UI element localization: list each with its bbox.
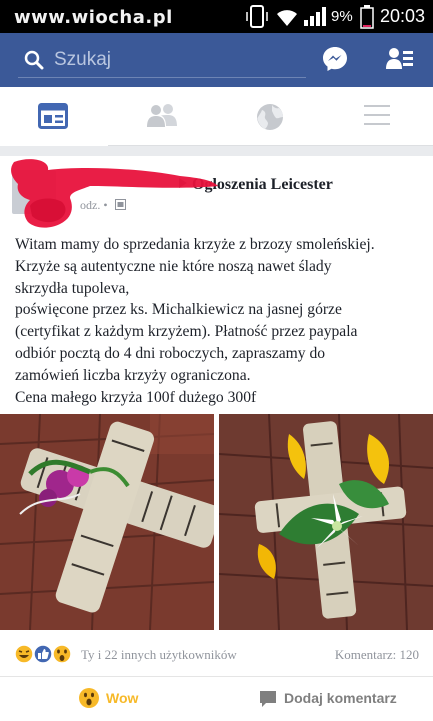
wow-label: Wow	[106, 690, 139, 706]
search-icon	[24, 50, 44, 75]
post-text-line: (certyfikat z każdym krzyżem). Płatność …	[15, 323, 358, 341]
comments-count[interactable]: Komentarz: 120	[335, 647, 419, 663]
tab-menu[interactable]	[324, 87, 432, 145]
friend-requests-icon[interactable]	[386, 47, 414, 76]
feed-separator	[0, 146, 433, 156]
add-comment-label: Dodaj komentarz	[284, 690, 397, 706]
signal-icon	[304, 6, 330, 31]
add-comment-button[interactable]: Dodaj komentarz	[216, 677, 433, 721]
post-body: Witam mamy do sprzedania krzyże z brzozy…	[15, 234, 425, 408]
phone-vibrate-icon	[246, 5, 268, 34]
post-text-line: Witam mamy do sprzedania krzyże z brzozy…	[15, 236, 375, 253]
reaction-icons	[14, 643, 78, 665]
post-text-line: Cena małego krzyża 100f dużego 300f	[15, 388, 257, 406]
wow-icon	[78, 687, 100, 712]
battery-percent: 9%	[331, 8, 353, 25]
post-card: Ogloszenia Leicester odz. • Witam mamy d…	[0, 156, 433, 720]
post-meta-text: odz. •	[80, 198, 108, 212]
nav-tabs	[0, 87, 433, 146]
search-bar	[0, 33, 433, 87]
tab-notifications-globe[interactable]	[216, 87, 324, 145]
post-actions: Wow Dodaj komentarz	[0, 676, 433, 721]
tab-news-feed[interactable]	[0, 87, 108, 146]
photo-small-birch-cross[interactable]	[219, 414, 433, 630]
clock-time: 20:03	[380, 6, 426, 26]
reactions-text[interactable]: Ty i 22 innych użytkowników	[81, 647, 237, 663]
post-text-line: odbiór pocztą do 4 dni roboczych, zapras…	[15, 344, 326, 362]
post-text-line: poświęcone przez ks. Michalkiewicz na ja…	[15, 301, 342, 319]
wifi-icon	[275, 7, 299, 32]
audience-icon	[114, 198, 126, 214]
search-input[interactable]	[52, 47, 296, 73]
like-icon	[33, 644, 53, 664]
post-photos	[0, 414, 433, 630]
haha-icon	[14, 644, 34, 664]
wow-icon	[52, 644, 72, 664]
reactions-summary[interactable]: Ty i 22 innych użytkowników Komentarz: 1…	[0, 643, 433, 667]
post-meta: odz. •	[70, 198, 126, 214]
watermark-text: www.wiocha.pl	[14, 7, 173, 28]
post-text-line: zamówień liczba krzyży ograniczona.	[15, 366, 251, 384]
search-field[interactable]	[18, 41, 306, 78]
messenger-icon[interactable]	[322, 46, 348, 77]
photo-large-birch-cross[interactable]	[0, 414, 214, 630]
battery-icon	[360, 5, 374, 34]
tab-friends[interactable]	[108, 87, 216, 145]
wow-reaction-button[interactable]: Wow	[0, 677, 216, 721]
post-text-line: skrzydła tupoleva,	[15, 279, 130, 297]
avatar[interactable]	[12, 170, 56, 214]
post-text-line: Krzyże są autentyczne nie które noszą na…	[15, 257, 332, 275]
arrow-right-icon	[178, 176, 188, 194]
status-bar: www.wiocha.pl 9% 20:03	[0, 0, 433, 33]
group-name-link[interactable]: Ogloszenia Leicester	[192, 176, 333, 193]
post-header: Ogloszenia Leicester	[70, 176, 333, 194]
comment-icon	[258, 689, 278, 712]
